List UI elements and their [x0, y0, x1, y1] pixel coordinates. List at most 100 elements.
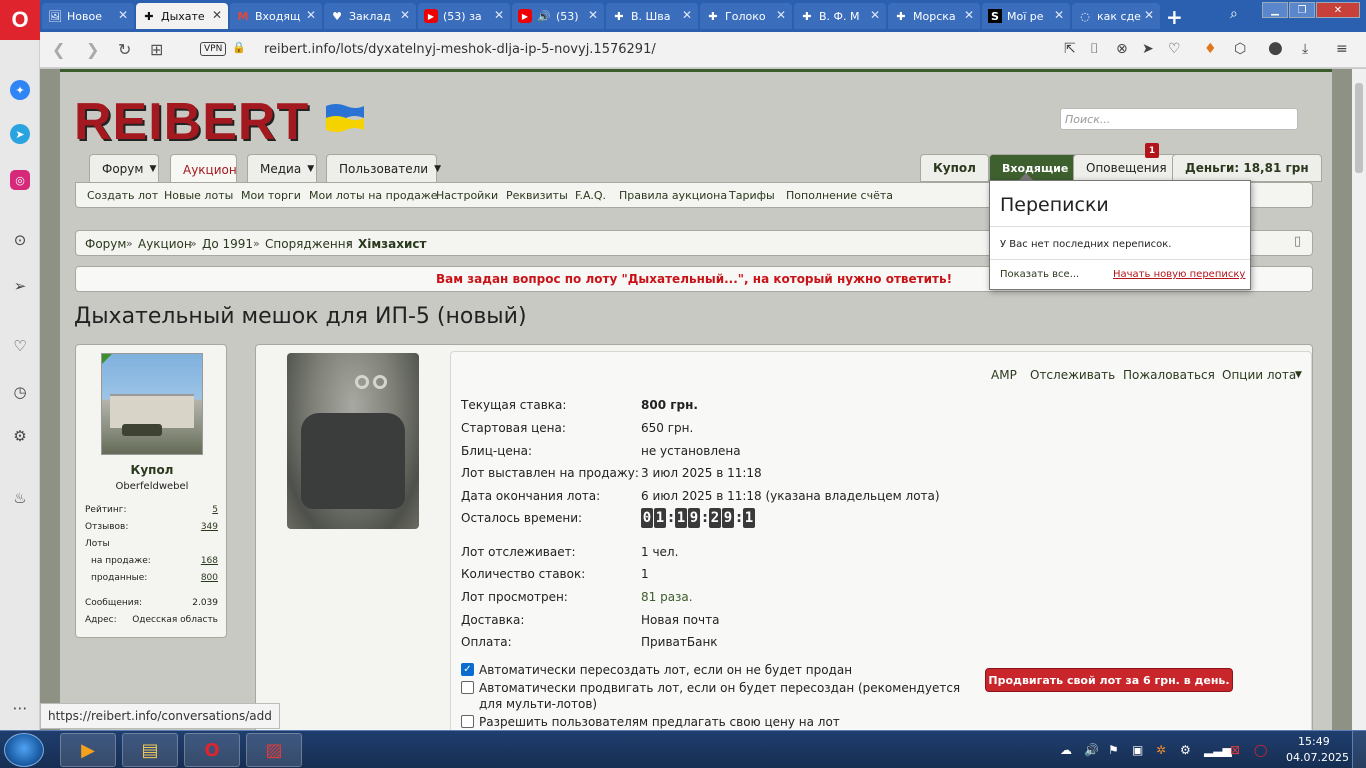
subnav-my-bids[interactable]: Мои торги: [241, 189, 301, 202]
heart-icon[interactable]: ♡: [1168, 41, 1181, 57]
history-clock-icon[interactable]: ◷: [10, 382, 30, 402]
close-icon[interactable]: ✕: [494, 8, 504, 22]
stat-value[interactable]: 168: [201, 556, 218, 566]
breadcrumb-item[interactable]: Спорядження: [265, 237, 353, 251]
lot-photo[interactable]: [287, 353, 419, 529]
close-icon[interactable]: ✕: [588, 8, 598, 22]
breadcrumb-item[interactable]: Форум: [85, 237, 126, 251]
send-icon[interactable]: ➢: [10, 276, 30, 296]
profile-icon[interactable]: ●: [1268, 38, 1283, 58]
close-icon[interactable]: ✕: [870, 8, 880, 22]
reload-icon[interactable]: ↻: [118, 40, 131, 59]
subnav-new-lots[interactable]: Новые лоты: [164, 189, 233, 202]
volume-icon[interactable]: 🔊: [1084, 743, 1099, 757]
vpn-badge[interactable]: VPN: [200, 42, 227, 56]
tab-users[interactable]: Пользователи ▼: [326, 154, 441, 182]
back-icon[interactable]: ❮: [52, 40, 65, 59]
avatar[interactable]: [101, 353, 203, 455]
browser-tab[interactable]: M Входящ ✕: [230, 3, 322, 29]
user-account-tab[interactable]: Купол: [920, 154, 989, 182]
checkbox-checked[interactable]: ✓: [461, 663, 474, 676]
checkbox[interactable]: [461, 681, 474, 694]
file-explorer-icon[interactable]: ▤: [122, 733, 178, 767]
adblock-icon[interactable]: ⊗: [1116, 41, 1128, 57]
lot-options-link[interactable]: Опции лота: [1222, 368, 1296, 382]
page-scrollbar[interactable]: [1352, 69, 1366, 730]
close-icon[interactable]: ✕: [1144, 8, 1154, 22]
scroll-thumb[interactable]: [1355, 83, 1363, 173]
stat-value[interactable]: 800: [201, 573, 218, 583]
sync-icon[interactable]: ✲: [1156, 743, 1166, 757]
browser-tab[interactable]: S Мої ре ✕: [982, 3, 1070, 29]
chevron-down-icon[interactable]: ▼: [1295, 370, 1302, 380]
bookmark-icon[interactable]: ▯: [1294, 234, 1301, 249]
search-input[interactable]: Поиск...: [1060, 108, 1298, 130]
close-icon[interactable]: ✕: [400, 8, 410, 22]
maximize-icon[interactable]: ❐: [1289, 2, 1315, 18]
opera-tray-icon[interactable]: ◯: [1254, 743, 1267, 757]
plus-icon[interactable]: +: [1166, 5, 1183, 29]
forward-icon[interactable]: ❯: [86, 40, 99, 59]
browser-tab[interactable]: ✚ Голоко ✕: [700, 3, 792, 29]
send-icon[interactable]: ➤: [1142, 41, 1154, 57]
browser-tab[interactable]: ✚ В. Шва ✕: [606, 3, 698, 29]
lightbulb-icon[interactable]: ♨: [10, 488, 30, 508]
seller-name[interactable]: Купол: [76, 463, 228, 477]
firewall-icon[interactable]: ▣: [1132, 743, 1143, 757]
browser-tab[interactable]: 🖼 Новое ✕: [42, 3, 134, 29]
browser-tab-active[interactable]: ✚ Дыхате ✕: [136, 3, 228, 29]
inbox-tab[interactable]: Входящие: [989, 154, 1082, 182]
player-icon[interactable]: ⊙: [10, 230, 30, 250]
speed-dial-icon[interactable]: ⊞: [150, 40, 163, 59]
camera-icon[interactable]: ⌷: [1090, 41, 1098, 57]
close-icon[interactable]: ✕: [118, 8, 128, 22]
subnav-create-lot[interactable]: Создать лот: [87, 189, 158, 202]
clock-time[interactable]: 15:49: [1298, 735, 1330, 748]
share-icon[interactable]: ⇱: [1064, 41, 1076, 57]
bookmarks-heart-icon[interactable]: ♡: [10, 336, 30, 356]
metamask-icon[interactable]: ♦: [1204, 41, 1217, 57]
extensions-cube-icon[interactable]: ⬡: [1234, 41, 1246, 57]
breadcrumb-item[interactable]: Аукцион: [138, 237, 192, 251]
media-player-icon[interactable]: ▶: [60, 733, 116, 767]
browser-tab[interactable]: ▶ 🔊 (53) ✕: [512, 3, 604, 29]
instagram-icon[interactable]: ◎: [10, 170, 30, 190]
browser-tab[interactable]: ▶ (53) за ✕: [418, 3, 510, 29]
checkbox[interactable]: [461, 715, 474, 728]
start-button[interactable]: [4, 733, 44, 767]
close-icon[interactable]: ✕: [682, 8, 692, 22]
amp-link[interactable]: AMP: [991, 368, 1017, 382]
gear-tray-icon[interactable]: ⚙: [1180, 743, 1191, 757]
subnav-settings[interactable]: Настройки: [436, 189, 498, 202]
browser-tab[interactable]: ✚ В. Ф. М ✕: [794, 3, 886, 29]
clock-date[interactable]: 04.07.2025: [1286, 751, 1349, 764]
watch-link[interactable]: Отслеживать: [1030, 368, 1115, 382]
tab-media[interactable]: Медиа ▼: [247, 154, 317, 182]
browser-tab[interactable]: ✚ Морска ✕: [888, 3, 980, 29]
menu-icon[interactable]: ≡: [1336, 41, 1348, 57]
speaker-icon[interactable]: 🔊: [537, 9, 551, 23]
search-icon[interactable]: ⌕: [1230, 6, 1238, 22]
close-icon[interactable]: ✕: [306, 8, 316, 22]
stat-value[interactable]: 5: [212, 505, 218, 515]
close-icon[interactable]: ✕: [776, 8, 786, 22]
subnav-tariffs[interactable]: Тарифы: [729, 189, 775, 202]
subnav-requisites[interactable]: Реквизиты: [506, 189, 568, 202]
show-all-link[interactable]: Показать все...: [1000, 269, 1079, 280]
subnav-rules[interactable]: Правила аукциона: [619, 189, 727, 202]
signal-bars-icon[interactable]: ▂▃▅: [1204, 743, 1232, 757]
settings-gear-icon[interactable]: ⚙: [10, 426, 30, 446]
opera-logo-icon[interactable]: O: [0, 0, 40, 40]
alerts-tab[interactable]: Оповещения: [1073, 154, 1180, 182]
more-dots-icon[interactable]: ⋯: [10, 698, 30, 718]
tab-auction[interactable]: Аукцион: [170, 154, 237, 184]
close-window-icon[interactable]: ✕: [1316, 2, 1360, 18]
browser-tab[interactable]: ♥ Заклад ✕: [324, 3, 416, 29]
stat-value[interactable]: 349: [201, 522, 218, 532]
subnav-top-up[interactable]: Пополнение счёта: [786, 189, 893, 202]
promote-lot-button[interactable]: Продвигать свой лот за 6 грн. в день.: [985, 668, 1233, 692]
subnav-faq[interactable]: F.A.Q.: [575, 189, 606, 202]
security-icon[interactable]: ⊠: [1230, 743, 1240, 757]
report-link[interactable]: Пожаловаться: [1123, 368, 1215, 382]
lock-icon[interactable]: 🔒: [232, 41, 246, 54]
